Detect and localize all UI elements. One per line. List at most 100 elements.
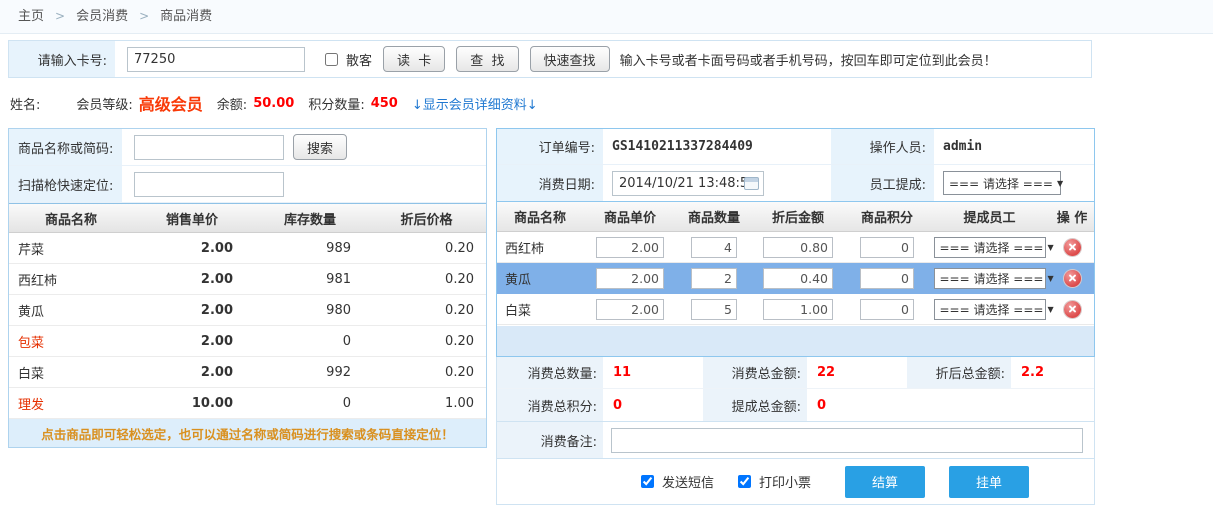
- dropdown-arrow-icon: ▼: [1057, 179, 1063, 188]
- breadcrumb-item[interactable]: 商品消费: [160, 9, 212, 24]
- product-stock: 989: [251, 241, 369, 256]
- product-row[interactable]: 黄瓜2.009800.20: [9, 295, 486, 326]
- total-qty-label: 消费总数量:: [497, 357, 603, 389]
- points-label: 积分数量:: [308, 94, 364, 113]
- order-item-row[interactable]: 黄瓜=== 请选择 ===▼: [497, 263, 1094, 294]
- delete-item-icon[interactable]: [1064, 270, 1081, 287]
- item-points-input[interactable]: [860, 237, 914, 258]
- product-row[interactable]: 西红柿2.009810.20: [9, 264, 486, 295]
- breadcrumb-separator-icon: >: [139, 9, 149, 23]
- order-item-row[interactable]: 西红柿 === 请选择 ===▼: [497, 232, 1094, 263]
- product-row[interactable]: 理发10.0001.00: [9, 388, 486, 419]
- guest-toggle[interactable]: 散客: [321, 50, 372, 69]
- order-items-table: 商品名称商品单价商品数量折后金额商品积分提成员工操 作 西红柿=== 请选择 =…: [496, 202, 1095, 357]
- product-search-label: 商品名称或简码:: [9, 129, 122, 165]
- totals-section: 消费总数量: 11 消费总金额: 22 折后总金额: 2.2 消费总积分: 0 …: [496, 357, 1095, 422]
- hold-button[interactable]: 挂单: [949, 466, 1029, 498]
- order-items-spacer: [497, 326, 1094, 356]
- order-items-body: 西红柿=== 请选择 ===▼黄瓜=== 请选择 ===▼白菜=== 请选择 =…: [497, 232, 1094, 325]
- item-qty-input[interactable]: [691, 268, 737, 289]
- breadcrumb: 主页 > 会员消费 > 商品消费: [0, 0, 1213, 34]
- product-price: 10.00: [133, 396, 251, 411]
- item-points-input-cell: [845, 268, 929, 289]
- product-search-input[interactable]: [134, 135, 284, 160]
- product-row[interactable]: 包菜2.0000.20: [9, 326, 486, 357]
- item-points-input[interactable]: [860, 299, 914, 320]
- sms-toggle[interactable]: 发送短信: [637, 472, 714, 491]
- product-price: 2.00: [133, 365, 251, 380]
- card-lookup-bar: 请输入卡号: 散客 读 卡 查 找 快速查找 输入卡号或者卡面号码或者手机号码，…: [8, 40, 1092, 78]
- item-staff-select-value: === 请选择 ===: [940, 301, 1044, 318]
- search-button[interactable]: 搜索: [293, 134, 347, 160]
- member-name-label: 姓名:: [10, 94, 40, 113]
- print-checkbox[interactable]: [738, 475, 751, 488]
- product-name: 包菜: [9, 332, 133, 351]
- item-staff-cell: === 请选择 ===▼: [929, 299, 1050, 320]
- total-points-label: 消费总积分:: [497, 389, 603, 421]
- product-name: 西红柿: [9, 270, 133, 289]
- date-input[interactable]: [612, 171, 764, 196]
- remark-input[interactable]: [611, 428, 1083, 453]
- find-button[interactable]: 查 找: [456, 46, 518, 72]
- product-search-row: 商品名称或简码: 搜索: [9, 129, 486, 166]
- item-discount-input[interactable]: [763, 268, 833, 289]
- order-item-name: 西红柿: [497, 238, 583, 257]
- product-panel: 商品名称或简码: 搜索 扫描枪快速定位: 商品名称销售单价库存数量折后价格 芹菜…: [8, 128, 487, 448]
- sms-checkbox[interactable]: [641, 475, 654, 488]
- order-item-name: 白菜: [497, 300, 583, 319]
- remark-row: 消费备注:: [496, 422, 1095, 459]
- settle-button[interactable]: 结算: [845, 466, 925, 498]
- product-stock: 980: [251, 303, 369, 318]
- delete-item-icon[interactable]: [1064, 239, 1081, 256]
- item-qty-input[interactable]: [691, 299, 737, 320]
- item-price-input-cell: [583, 237, 677, 258]
- print-toggle[interactable]: 打印小票: [734, 472, 811, 491]
- product-discount-price: 0.20: [369, 241, 484, 256]
- item-op-cell: [1050, 301, 1094, 318]
- scan-input[interactable]: [134, 172, 284, 197]
- product-row[interactable]: 白菜2.009920.20: [9, 357, 486, 388]
- order-col-header: 商品数量: [677, 207, 751, 226]
- scan-row: 扫描枪快速定位:: [9, 166, 486, 203]
- breadcrumb-item[interactable]: 主页: [18, 9, 44, 24]
- item-price-input[interactable]: [596, 268, 664, 289]
- order-panel: 订单编号: GS1410211337284409 操作人员: admin 消费日…: [496, 128, 1095, 505]
- product-row[interactable]: 芹菜2.009890.20: [9, 233, 486, 264]
- total-amount-label: 消费总金额:: [703, 357, 807, 389]
- guest-checkbox[interactable]: [325, 53, 338, 66]
- item-points-input[interactable]: [860, 268, 914, 289]
- total-commission-value: 0: [807, 389, 907, 421]
- balance-value: 50.00: [253, 96, 294, 111]
- product-stock: 981: [251, 272, 369, 287]
- order-footer: 发送短信 打印小票 结算 挂单: [496, 459, 1095, 505]
- product-price: 2.00: [133, 241, 251, 256]
- breadcrumb-item[interactable]: 会员消费: [76, 9, 128, 24]
- show-member-detail-link[interactable]: ↓显示会员详细资料↓: [412, 94, 538, 113]
- item-qty-input[interactable]: [691, 237, 737, 258]
- product-col-header: 销售单价: [133, 209, 251, 228]
- order-item-row[interactable]: 白菜 === 请选择 ===▼: [497, 294, 1094, 325]
- product-stock: 0: [251, 396, 369, 411]
- item-price-input-cell: [583, 299, 677, 320]
- card-number-input[interactable]: [127, 47, 305, 72]
- item-staff-select[interactable]: === 请选择 ===▼: [934, 237, 1046, 258]
- item-qty-input-cell: [677, 237, 751, 258]
- commission-select[interactable]: === 请选择 === ▼: [943, 171, 1061, 195]
- item-price-input[interactable]: [596, 299, 664, 320]
- product-table-header: 商品名称销售单价库存数量折后价格: [9, 203, 486, 233]
- scan-label: 扫描枪快速定位:: [9, 166, 122, 202]
- product-col-header: 商品名称: [9, 209, 133, 228]
- read-card-button[interactable]: 读 卡: [383, 46, 445, 72]
- quick-find-button[interactable]: 快速查找: [530, 46, 610, 72]
- delete-item-icon[interactable]: [1064, 301, 1081, 318]
- item-discount-input[interactable]: [763, 299, 833, 320]
- item-staff-select[interactable]: === 请选择 ===▼: [934, 299, 1046, 320]
- item-op-cell: [1050, 239, 1094, 256]
- order-col-header: 商品单价: [583, 207, 677, 226]
- item-staff-select[interactable]: === 请选择 ===▼: [934, 268, 1046, 289]
- item-discount-input[interactable]: [763, 237, 833, 258]
- item-staff-select-value: === 请选择 ===: [940, 239, 1044, 256]
- calendar-icon[interactable]: [744, 177, 759, 190]
- item-price-input[interactable]: [596, 237, 664, 258]
- breadcrumb-separator-icon: >: [55, 9, 65, 23]
